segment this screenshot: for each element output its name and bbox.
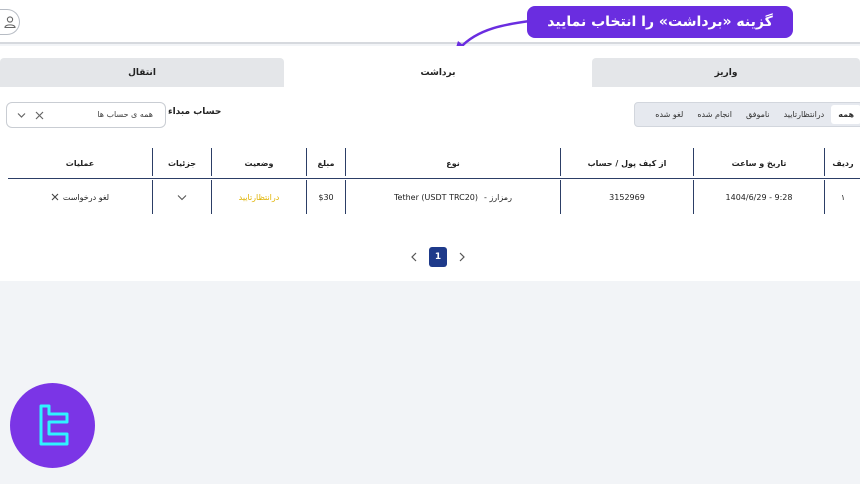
col-amount: مبلغ — [317, 158, 335, 168]
column-divider — [824, 180, 825, 214]
header-divider — [8, 178, 860, 179]
column-divider — [693, 148, 694, 176]
source-account-label: حساب مبداء — [168, 107, 222, 117]
col-datetime: تاریخ و ساعت — [731, 158, 787, 168]
brand-logo — [10, 383, 95, 468]
chevron-right-icon — [459, 252, 465, 262]
chevron-down-icon[interactable] — [17, 112, 26, 119]
transactions-panel: واریز برداشت انتقال همه درانتظارتایید نا… — [0, 46, 860, 281]
tab-label: برداشت — [420, 67, 456, 78]
column-divider — [211, 148, 212, 176]
clear-icon[interactable] — [35, 111, 44, 120]
row-wallet: 3152969 — [609, 192, 645, 202]
tab-transfer[interactable]: انتقال — [0, 58, 284, 87]
filter-all[interactable]: همه — [831, 105, 860, 124]
user-profile-button[interactable] — [0, 9, 20, 35]
tab-label: واریز — [714, 67, 738, 78]
cancel-request-label: لغو درخواست — [62, 192, 110, 202]
col-details: جزئیات — [167, 158, 197, 168]
tab-deposit[interactable]: واریز — [592, 58, 860, 87]
chevron-left-icon — [411, 252, 417, 262]
col-wallet: از کیف پول / حساب — [587, 158, 667, 168]
row-type-kind: رمزارز - — [484, 192, 512, 202]
col-actions: عملیات — [65, 158, 95, 168]
prev-page-button[interactable] — [405, 247, 423, 267]
col-type: نوع — [446, 158, 460, 168]
chevron-down-icon — [177, 194, 187, 200]
source-account-select[interactable]: همه ی حساب ها — [6, 102, 166, 128]
column-divider — [306, 148, 307, 176]
tutorial-callout: گزینه «برداشت» را انتخاب نمایید — [527, 6, 793, 38]
close-icon — [51, 193, 59, 201]
filter-completed[interactable]: انجام شده — [690, 105, 739, 124]
callout-text: گزینه «برداشت» را انتخاب نمایید — [547, 14, 773, 30]
tab-label: انتقال — [128, 67, 156, 78]
row-amount: $30 — [318, 192, 334, 202]
row-type-name: Tether (USDT TRC20) — [394, 192, 479, 202]
filter-pending[interactable]: درانتظارتایید — [777, 105, 832, 124]
tab-withdraw[interactable]: برداشت — [293, 58, 583, 87]
column-divider — [824, 148, 825, 176]
col-row: ردیف — [832, 158, 854, 168]
row-datetime: 1404/6/29 - 9:28 — [725, 192, 793, 202]
row-type: Tether (USDT TRC20) رمزارز - — [346, 182, 560, 212]
user-icon — [3, 16, 16, 29]
column-divider — [560, 148, 561, 176]
col-status: وضعیت — [244, 158, 274, 168]
logo-icon — [39, 404, 68, 445]
expand-details-button[interactable] — [153, 182, 211, 212]
filter-failed[interactable]: ناموفق — [739, 105, 777, 124]
cancel-request-button[interactable]: لغو درخواست — [8, 182, 152, 212]
next-page-button[interactable] — [453, 247, 471, 267]
column-divider — [345, 148, 346, 176]
row-number: ۱ — [840, 192, 846, 202]
page-number[interactable]: 1 — [429, 247, 447, 267]
status-badge: درانتظارتایید — [238, 192, 280, 202]
source-account-value: همه ی حساب ها — [97, 110, 153, 119]
column-divider — [152, 148, 153, 176]
status-filter: همه درانتظارتایید ناموفق انجام شده لغو ش… — [634, 102, 860, 127]
filter-canceled[interactable]: لغو شده — [648, 105, 690, 124]
